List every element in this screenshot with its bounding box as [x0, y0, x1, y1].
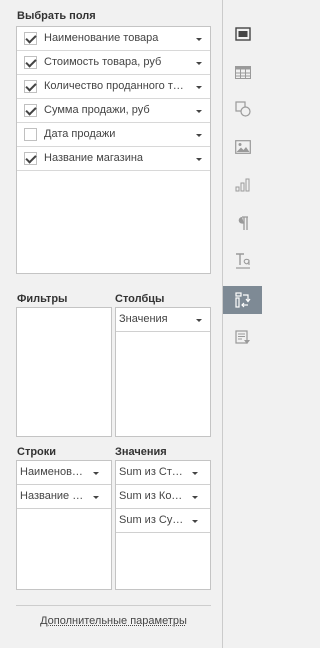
field-row[interactable]: Дата продажи	[17, 123, 210, 147]
field-label: Название магазина	[44, 152, 144, 164]
form-settings-button[interactable]	[225, 324, 260, 352]
field-row[interactable]: Количество проданного товара	[17, 75, 210, 99]
chevron-down-icon[interactable]	[196, 134, 202, 137]
slide-settings-button[interactable]	[225, 20, 260, 48]
advanced-settings-link[interactable]: Дополнительные параметры	[16, 615, 211, 627]
chip-label: Sum из Количество проданного товара	[119, 490, 185, 502]
table-settings-icon	[234, 65, 251, 79]
pivot-table-settings-panel: Выбрать поля Наименование товара Стоимос…	[0, 0, 222, 648]
field-checkbox[interactable]	[24, 56, 37, 69]
text-art-icon	[235, 252, 251, 270]
chevron-down-icon[interactable]	[192, 472, 198, 475]
field-checkbox[interactable]	[24, 80, 37, 93]
shape-settings-button[interactable]	[225, 95, 260, 123]
divider	[16, 605, 211, 606]
field-list[interactable]: Наименование товара Стоимость товара, ру…	[16, 26, 211, 274]
chip-label: Sum из Стоимость товара, руб	[119, 466, 185, 478]
field-checkbox[interactable]	[24, 152, 37, 165]
chevron-down-icon[interactable]	[93, 496, 99, 499]
field-row[interactable]: Сумма продажи, руб	[17, 99, 210, 123]
chip-label: Sum из Сумма продажи, руб	[119, 514, 185, 526]
select-fields-title: Выбрать поля	[17, 10, 96, 22]
chart-settings-icon	[235, 178, 251, 192]
chevron-down-icon[interactable]	[192, 496, 198, 499]
field-label: Количество проданного товара	[44, 80, 189, 92]
values-field-chip[interactable]: Sum из Сумма продажи, руб	[116, 509, 210, 533]
rows-field-chip[interactable]: Наименование товара	[17, 461, 111, 485]
values-field-chip[interactable]: Sum из Стоимость товара, руб	[116, 461, 210, 485]
columns-title: Столбцы	[115, 293, 165, 305]
rows-drop-area[interactable]: Наименование товара Название магазина	[16, 460, 112, 590]
form-settings-icon	[234, 330, 251, 346]
image-settings-icon	[234, 140, 251, 154]
filters-title: Фильтры	[17, 293, 68, 305]
chevron-down-icon[interactable]	[192, 520, 198, 523]
pivot-table-settings-button[interactable]	[223, 286, 262, 314]
field-label: Сумма продажи, руб	[44, 104, 150, 116]
right-settings-toolbar	[222, 0, 262, 648]
values-field-chip[interactable]: Sum из Количество проданного товара	[116, 485, 210, 509]
chip-label: Наименование товара	[20, 466, 86, 478]
filters-drop-area[interactable]	[16, 307, 112, 437]
chip-label: Название магазина	[20, 490, 86, 502]
field-label: Дата продажи	[44, 128, 116, 140]
chevron-down-icon[interactable]	[93, 472, 99, 475]
rows-field-chip[interactable]: Название магазина	[17, 485, 111, 509]
rows-title: Строки	[17, 446, 57, 458]
columns-drop-area[interactable]: Значения	[115, 307, 211, 437]
chart-settings-button[interactable]	[225, 171, 260, 199]
field-row[interactable]: Стоимость товара, руб	[17, 51, 210, 75]
field-checkbox[interactable]	[24, 32, 37, 45]
field-row[interactable]: Наименование товара	[17, 27, 210, 51]
chevron-down-icon[interactable]	[196, 62, 202, 65]
field-label: Стоимость товара, руб	[44, 56, 162, 68]
chevron-down-icon[interactable]	[196, 38, 202, 41]
shape-settings-icon	[234, 101, 251, 117]
chevron-down-icon[interactable]	[196, 110, 202, 113]
values-title: Значения	[115, 446, 167, 458]
chip-label: Значения	[119, 313, 168, 325]
image-settings-button[interactable]	[225, 133, 260, 161]
field-checkbox[interactable]	[24, 128, 37, 141]
values-drop-area[interactable]: Sum из Стоимость товара, руб Sum из Коли…	[115, 460, 211, 590]
pivot-table-settings-icon	[234, 292, 251, 308]
text-art-button[interactable]	[225, 247, 260, 275]
chevron-down-icon[interactable]	[196, 319, 202, 322]
paragraph-settings-button[interactable]	[225, 209, 260, 237]
chevron-down-icon[interactable]	[196, 86, 202, 89]
table-settings-button[interactable]	[225, 58, 260, 86]
field-row[interactable]: Название магазина	[17, 147, 210, 171]
slide-settings-icon	[234, 27, 251, 41]
paragraph-settings-icon	[237, 215, 249, 231]
field-label: Наименование товара	[44, 32, 159, 44]
columns-field-chip[interactable]: Значения	[116, 308, 210, 332]
chevron-down-icon[interactable]	[196, 158, 202, 161]
field-checkbox[interactable]	[24, 104, 37, 117]
